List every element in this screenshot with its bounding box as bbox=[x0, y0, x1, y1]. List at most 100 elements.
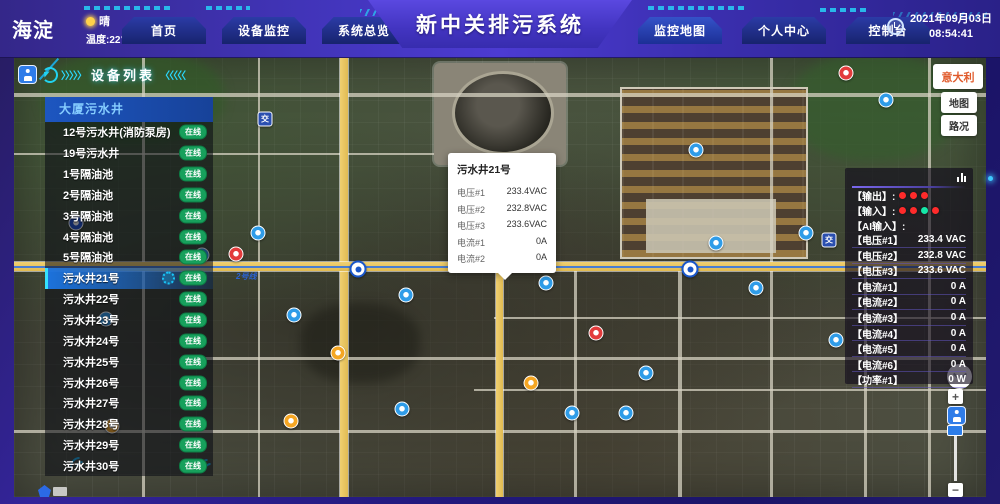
map-logo bbox=[38, 485, 68, 497]
metro-marker[interactable] bbox=[682, 261, 699, 278]
status-row: 【电流#2】0 A bbox=[852, 295, 966, 311]
orange-marker[interactable] bbox=[331, 346, 346, 361]
bar-chart-icon[interactable] bbox=[957, 173, 966, 182]
layer-control-map[interactable]: 地图 bbox=[941, 92, 977, 113]
panorama-icon[interactable] bbox=[18, 65, 37, 84]
blue-marker[interactable] bbox=[539, 276, 554, 291]
panorama-icon[interactable] bbox=[947, 406, 966, 425]
decor-dashes bbox=[820, 8, 870, 12]
list-item[interactable]: 污水井22号在线 bbox=[45, 289, 213, 310]
popup-row: 电流#20A bbox=[457, 252, 547, 265]
gear-icon[interactable] bbox=[162, 272, 175, 285]
list-item[interactable]: 19号污水井在线 bbox=[45, 143, 213, 164]
red-marker[interactable] bbox=[589, 326, 604, 341]
status-row-label: 【电压#3】 bbox=[852, 263, 903, 278]
list-item[interactable]: 4号隔油池 在线 bbox=[45, 226, 213, 247]
status-row-value: 232.8 VAC bbox=[918, 250, 966, 261]
popup-row: 电压#3233.6VAC bbox=[457, 219, 547, 232]
status-row: 【功率#1】0 W bbox=[852, 372, 966, 388]
list-item[interactable]: 污水井23号在线 bbox=[45, 310, 213, 331]
device-label: 污水井22号 bbox=[63, 291, 119, 307]
layer-control-traffic[interactable]: 路况 bbox=[941, 115, 977, 136]
status-row-label: 【电流#1】 bbox=[852, 279, 903, 294]
clock-icon bbox=[887, 18, 904, 35]
blue-marker[interactable] bbox=[639, 366, 654, 381]
status-badge: 在线 bbox=[179, 375, 207, 390]
popup-row: 电压#2232.8VAC bbox=[457, 203, 547, 216]
blue-marker[interactable] bbox=[251, 226, 266, 241]
device-label: 污水井25号 bbox=[63, 354, 119, 370]
blue-marker[interactable] bbox=[709, 236, 724, 251]
list-item[interactable]: 污水井21号在线 bbox=[45, 268, 213, 289]
popup-row-value: 0A bbox=[536, 252, 547, 265]
nav-left-button-0[interactable]: 首页 bbox=[122, 17, 206, 44]
status-dot bbox=[921, 207, 928, 214]
blue-marker[interactable] bbox=[399, 288, 414, 303]
device-label: 12号污水井(消防泵房) bbox=[63, 124, 171, 140]
district-label: 海淀 bbox=[12, 14, 54, 43]
device-label: 污水井26号 bbox=[63, 375, 119, 391]
list-item[interactable]: 污水井29号在线 bbox=[45, 435, 213, 456]
list-item[interactable]: 3号隔油池在线 bbox=[45, 205, 213, 226]
list-item[interactable]: 污水井27号在线 bbox=[45, 393, 213, 414]
decor-glow-dot bbox=[988, 176, 993, 181]
list-item[interactable]: 污水井24号在线 bbox=[45, 330, 213, 351]
orange-marker[interactable] bbox=[524, 376, 539, 391]
device-group-header[interactable]: 大厦污水井 bbox=[45, 97, 213, 122]
list-item[interactable]: 污水井28号在线 bbox=[45, 414, 213, 435]
status-badge: 在线 bbox=[179, 125, 207, 140]
blue-marker[interactable] bbox=[287, 308, 302, 323]
weather-condition: 晴 bbox=[99, 13, 110, 29]
popup-row-label: 电压#3 bbox=[457, 219, 485, 232]
red-marker[interactable] bbox=[229, 247, 244, 262]
status-badge: 在线 bbox=[179, 458, 207, 473]
status-dot bbox=[899, 192, 906, 199]
blue-marker[interactable] bbox=[879, 93, 894, 108]
red-marker[interactable] bbox=[839, 66, 854, 81]
jiao-marker[interactable]: 交 bbox=[822, 233, 837, 248]
status-badge: 在线 bbox=[179, 146, 207, 161]
zoom-in-button[interactable]: + bbox=[948, 389, 963, 404]
sun-icon bbox=[86, 17, 95, 26]
status-badge: 在线 bbox=[179, 417, 207, 432]
device-label: 4号隔油池 bbox=[63, 229, 113, 245]
status-row-value: 0 A bbox=[951, 281, 966, 292]
jiao-marker[interactable]: 交 bbox=[258, 112, 273, 127]
layer-control-top[interactable]: 意大利 bbox=[933, 64, 983, 89]
map-canvas[interactable]: 2号线 交交 〉〉〉〉〉 设备列表 〈〈〈〈〈 大厦污水井 12号污水井(消防泵… bbox=[14, 57, 986, 497]
status-row-label: 【电流#6】 bbox=[852, 357, 903, 372]
list-item[interactable]: 污水井26号 在线 bbox=[45, 372, 213, 393]
dome-building bbox=[452, 71, 554, 155]
output-label: 【输出】: bbox=[852, 188, 895, 203]
blue-marker[interactable] bbox=[829, 333, 844, 348]
status-row: 【电压#3】233.6 VAC bbox=[852, 264, 966, 280]
refresh-icon[interactable] bbox=[42, 67, 58, 83]
list-item[interactable]: 污水井30号在线 bbox=[45, 456, 213, 477]
status-row: 【电流#6】0 A bbox=[852, 357, 966, 373]
metro-marker[interactable] bbox=[350, 261, 367, 278]
blue-marker[interactable] bbox=[565, 406, 580, 421]
nav-right-button-1[interactable]: 个人中心 bbox=[742, 17, 826, 44]
popup-row: 电压#1233.4VAC bbox=[457, 186, 547, 199]
orange-marker[interactable] bbox=[284, 414, 299, 429]
nav-left-button-1[interactable]: 设备监控 bbox=[222, 17, 306, 44]
blue-marker[interactable] bbox=[799, 226, 814, 241]
arrows-right-icon: 〉〉〉〉〉 bbox=[61, 67, 86, 82]
blue-marker[interactable] bbox=[689, 143, 704, 158]
list-item[interactable]: 12号污水井(消防泵房) 在线 bbox=[45, 122, 213, 143]
blue-marker[interactable] bbox=[395, 402, 410, 417]
list-item[interactable]: 5号隔油池在线 bbox=[45, 247, 213, 268]
list-item[interactable]: 污水井25号在线 bbox=[45, 351, 213, 372]
status-dot bbox=[899, 207, 906, 214]
list-item[interactable]: 1号隔油池在线 bbox=[45, 164, 213, 185]
blue-marker[interactable] bbox=[749, 281, 764, 296]
list-item[interactable]: 2号隔油池在线 bbox=[45, 185, 213, 206]
zoom-slider-handle[interactable] bbox=[947, 425, 963, 436]
status-dot bbox=[921, 192, 928, 199]
status-row: 【电流#1】 0 A bbox=[852, 279, 966, 295]
time-label: 08:54:41 bbox=[910, 27, 992, 42]
nav-right-button-0[interactable]: 监控地图 bbox=[638, 17, 722, 44]
status-badge: 在线 bbox=[179, 229, 207, 244]
blue-marker[interactable] bbox=[619, 406, 634, 421]
zoom-out-button[interactable]: − bbox=[948, 483, 963, 497]
